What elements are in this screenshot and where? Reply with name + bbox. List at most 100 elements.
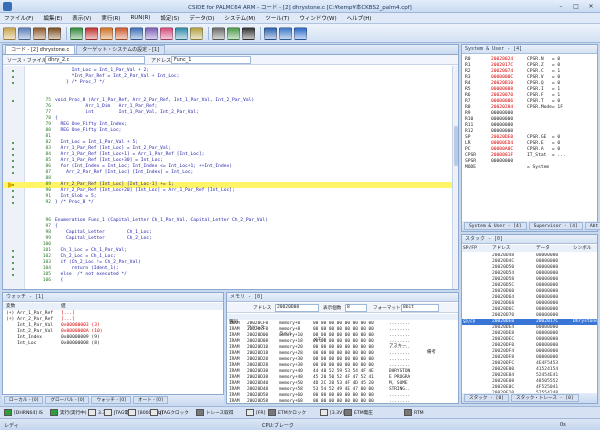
register-icon[interactable] [227,26,240,40]
tab-target-settings[interactable]: ターゲット・システムの設定 - [1] [76,45,166,54]
indicator: [3.3V] [320,409,344,417]
download-icon[interactable] [48,26,61,40]
stack-column-header: SP/FP アドレス データ シンボル [462,245,597,252]
format-select[interactable]: 8bit [401,304,439,312]
save-icon[interactable] [18,26,31,40]
register-flag: = System [527,165,550,170]
maximize-button[interactable]: □ [569,2,583,11]
tab-auto[interactable]: オート - [0] [132,396,168,404]
executable-line-dot[interactable] [12,70,14,72]
tab-watch[interactable]: ウォッチ - [0] [91,396,131,404]
watch-value[interactable]: 0x00000008 (8) [61,341,100,347]
code-line[interactable]: 106 { [3,278,452,284]
memory-address-input[interactable]: 20020D08 [275,304,319,312]
menu-item-9[interactable]: ウィンドウ(W) [299,14,336,22]
memory-row[interactable]: IRAM 20020D58 memory+68 00 00 00 00 00 00 0… [227,399,458,403]
address-input[interactable]: Func_1 [171,56,251,64]
toolbar-separator [66,26,67,40]
col-address: アドレス [492,246,511,251]
memory-address: 20020D58 [247,399,269,403]
watch-row[interactable]: Int_Loc 0x00000008 (8) [3,341,223,347]
step-out-icon[interactable] [145,26,158,40]
executable-line-dot[interactable] [12,82,14,84]
executable-line-dot[interactable] [12,202,14,204]
tab-supervisor[interactable]: Supervisor - [4] [528,222,583,230]
menu-item-6[interactable]: データ(D) [189,14,214,22]
menu-item-2[interactable]: 表示(V) [72,14,91,22]
comment-icon[interactable] [279,26,292,40]
indicator-led-icon [104,409,112,416]
source-file-select[interactable]: dhry_2.c [45,56,145,64]
go-icon[interactable] [70,26,83,40]
help-icon[interactable] [294,26,307,40]
open-icon[interactable] [3,26,16,40]
executable-line-dot[interactable] [12,76,14,78]
scroll-thumb[interactable] [454,126,458,166]
step-into-icon[interactable] [115,26,128,40]
code-address-bar: ソース・ファイル dhry_2.c アドレス Func_1 [3,55,458,65]
tab-local[interactable]: ローカル - [0] [4,396,44,404]
memory-header: メモリ - [0] [227,293,458,302]
menu-item-7[interactable]: システム(M) [224,14,255,22]
display-count-input[interactable]: 8 [345,304,367,312]
menu-item-4[interactable]: RUN(R) [130,15,150,21]
menu-item-3[interactable]: 実行(R) [101,14,120,22]
build-icon[interactable] [33,26,46,40]
indicator: ETM電圧 [344,409,373,417]
code-scrollbar[interactable] [452,66,458,289]
executable-line-dot[interactable] [12,268,14,270]
tab-global[interactable]: グローバル - [0] [45,396,90,404]
executable-line-dot[interactable] [12,250,14,252]
tab-code[interactable]: コード - [2] dhrystone.c [5,45,76,54]
stack-header: スタック - [0] [462,235,597,244]
register-name: MODE [465,165,477,170]
executable-line-dot[interactable] [12,274,14,276]
menu-item-0[interactable]: ファイル(F) [4,14,33,22]
executable-line-dot[interactable] [12,166,14,168]
run-to-icon[interactable] [160,26,173,40]
indicator-led-icon [404,409,412,416]
menu-item-1[interactable]: 編集(E) [43,14,62,22]
status-ready: レディ [4,423,19,429]
memory-bytes[interactable]: 00 00 00 00 00 00 00 00 [313,399,374,403]
indicator-led-icon [150,409,158,416]
status-bar: レディ CPU:ブレーク 0s [0,418,600,430]
col-variable: 変数 [6,304,16,309]
executable-line-dot[interactable] [12,262,14,264]
memory-icon[interactable] [212,26,225,40]
menu-item-8[interactable]: ツール(T) [265,14,289,22]
tab-abt[interactable]: Abt 4 [584,222,600,230]
executable-line-dot[interactable] [12,256,14,258]
executable-line-dot[interactable] [12,172,14,174]
close-button[interactable]: ✕ [584,2,598,11]
memory-address-label: アドレス [253,306,272,311]
watch-icon[interactable] [242,26,255,40]
executable-line-dot[interactable] [12,100,14,102]
chat-icon[interactable] [264,26,277,40]
step-over-icon[interactable] [130,26,143,40]
minimize-button[interactable]: – [554,2,568,11]
indicator-strip: [DHRN64] IS実行(実行中)3.3VJTAG電圧[8000MHz]JTA… [0,406,600,418]
tab-system-user[interactable]: System & User - [4] [464,222,527,230]
executable-line-dot[interactable] [12,142,14,144]
menu-item-10[interactable]: ヘルプ(H) [347,14,372,22]
indicator-label: ETMクロック [278,411,307,416]
tab-stack[interactable]: スタック - [0] [464,394,509,402]
break-icon[interactable] [175,26,188,40]
executable-line-dot[interactable] [12,190,14,192]
indicator: [FR] [246,409,265,417]
code-editor[interactable]: Int_Loc = Int_1_Par_Val + 2; *Int_Par_Re… [3,66,458,289]
executable-line-dot[interactable] [12,196,14,198]
register-row[interactable]: MODE = System [465,165,597,171]
trace-icon[interactable] [190,26,203,40]
menu-item-5[interactable]: 設定(S) [161,14,180,22]
stack-list: 20020D48 00000000 20020D4C 00000000 20020D50… [462,253,597,393]
executable-line-dot[interactable] [12,154,14,156]
tab-stack-trace[interactable]: スタック・トレース - [0] [510,394,579,402]
executable-line-dot[interactable] [12,160,14,162]
register-panel: System & User - [4] R0 20020024 CPSR.N = 0… [461,44,600,232]
reset-icon[interactable] [100,26,113,40]
executable-line-dot[interactable] [12,148,14,150]
stop-icon[interactable] [85,26,98,40]
code-tabstrip: コード - [2] dhrystone.c ターゲット・システムの設定 - [1… [3,45,458,55]
